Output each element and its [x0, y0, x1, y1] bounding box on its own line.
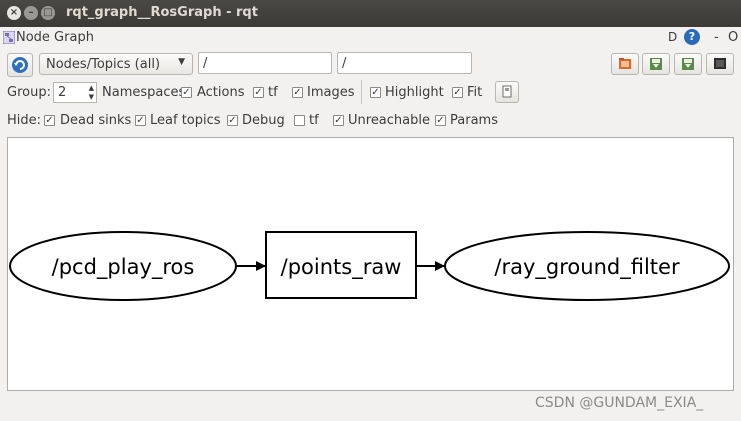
chevron-down-icon: ▼: [178, 57, 185, 67]
node-filter-input[interactable]: /: [198, 52, 332, 74]
graph-canvas[interactable]: /pcd_play_ros /points_raw /ray_ground_fi…: [7, 137, 734, 391]
minimize-window-button[interactable]: –: [24, 6, 38, 20]
node-ray-ground-filter-label: /ray_ground_filter: [494, 255, 680, 280]
node-pcd-play-ros-label: /pcd_play_ros: [52, 255, 195, 280]
window-title: rqt_graph__RosGraph - rqt: [66, 5, 258, 20]
unreachable-checkbox[interactable]: ✓: [333, 115, 344, 126]
tf-checkbox[interactable]: ✓: [253, 87, 264, 98]
leaf-topics-label: Leaf topics: [150, 113, 221, 128]
graph-mode-select[interactable]: Nodes/Topics (all) ▼: [39, 53, 193, 75]
spinbox-arrows-icon[interactable]: ▲ ▼: [89, 84, 94, 102]
actions-label: Actions: [197, 85, 245, 100]
group-value: 2: [58, 85, 67, 100]
refresh-button[interactable]: [7, 53, 33, 77]
topic-filter-value: /: [342, 56, 347, 71]
plugin-title: Node Graph: [16, 30, 94, 45]
graph-mode-value: Nodes/Topics (all): [46, 57, 161, 72]
dock-toggle-button[interactable]: D: [668, 30, 680, 44]
save-svg-button[interactable]: [674, 53, 702, 75]
minimize-plugin-button[interactable]: -: [714, 30, 719, 45]
topic-filter-input[interactable]: /: [337, 52, 472, 74]
images-checkbox[interactable]: ✓: [292, 87, 303, 98]
actions-checkbox[interactable]: ✓: [181, 87, 192, 98]
close-plugin-button[interactable]: O: [728, 30, 738, 45]
topic-points-raw-label: /points_raw: [281, 255, 402, 280]
hide-label: Hide:: [7, 113, 42, 128]
save-svg-icon: [682, 58, 694, 70]
window-titlebar: × – □ rqt_graph__RosGraph - rqt: [0, 0, 741, 27]
dead-sinks-label: Dead sinks: [60, 113, 132, 128]
params-checkbox[interactable]: ✓: [435, 115, 446, 126]
highlight-checkbox[interactable]: ✓: [370, 87, 381, 98]
save-dot-icon: [650, 58, 662, 70]
unreachable-label: Unreachable: [348, 113, 430, 128]
load-dot-button[interactable]: [611, 53, 639, 75]
images-label: Images: [307, 85, 355, 100]
hide-tf-label: tf: [309, 113, 319, 128]
refresh-icon: [12, 57, 28, 73]
save-image-button[interactable]: [706, 53, 734, 75]
debug-checkbox[interactable]: ✓: [227, 115, 238, 126]
maximize-window-button[interactable]: □: [41, 6, 55, 20]
debug-label: Debug: [242, 113, 285, 128]
fit-label: Fit: [467, 85, 483, 100]
group-label: Group:: [7, 85, 51, 100]
watermark-text: CSDN @GUNDAM_EXIA_: [535, 395, 704, 411]
hide-tf-checkbox[interactable]: [294, 115, 305, 126]
params-label: Params: [450, 113, 498, 128]
dead-sinks-checkbox[interactable]: ✓: [44, 115, 55, 126]
folder-open-icon: [619, 58, 631, 69]
leaf-topics-checkbox[interactable]: ✓: [135, 115, 146, 126]
tf-label: tf: [268, 85, 278, 100]
fit-in-view-button[interactable]: [495, 81, 519, 103]
help-icon[interactable]: ?: [684, 29, 700, 45]
toolbar-separator: [361, 80, 362, 104]
save-dot-button[interactable]: [642, 53, 670, 75]
fit-checkbox[interactable]: ✓: [452, 87, 463, 98]
close-window-button[interactable]: ×: [7, 6, 21, 20]
plugin-icon: [2, 30, 16, 45]
highlight-label: Highlight: [385, 85, 444, 100]
namespaces-label: Namespaces: [102, 85, 186, 100]
group-spinbox[interactable]: 2 ▲ ▼: [53, 82, 97, 103]
node-filter-value: /: [203, 56, 208, 71]
fit-view-icon: [502, 85, 512, 98]
monitor-icon: [714, 58, 726, 69]
